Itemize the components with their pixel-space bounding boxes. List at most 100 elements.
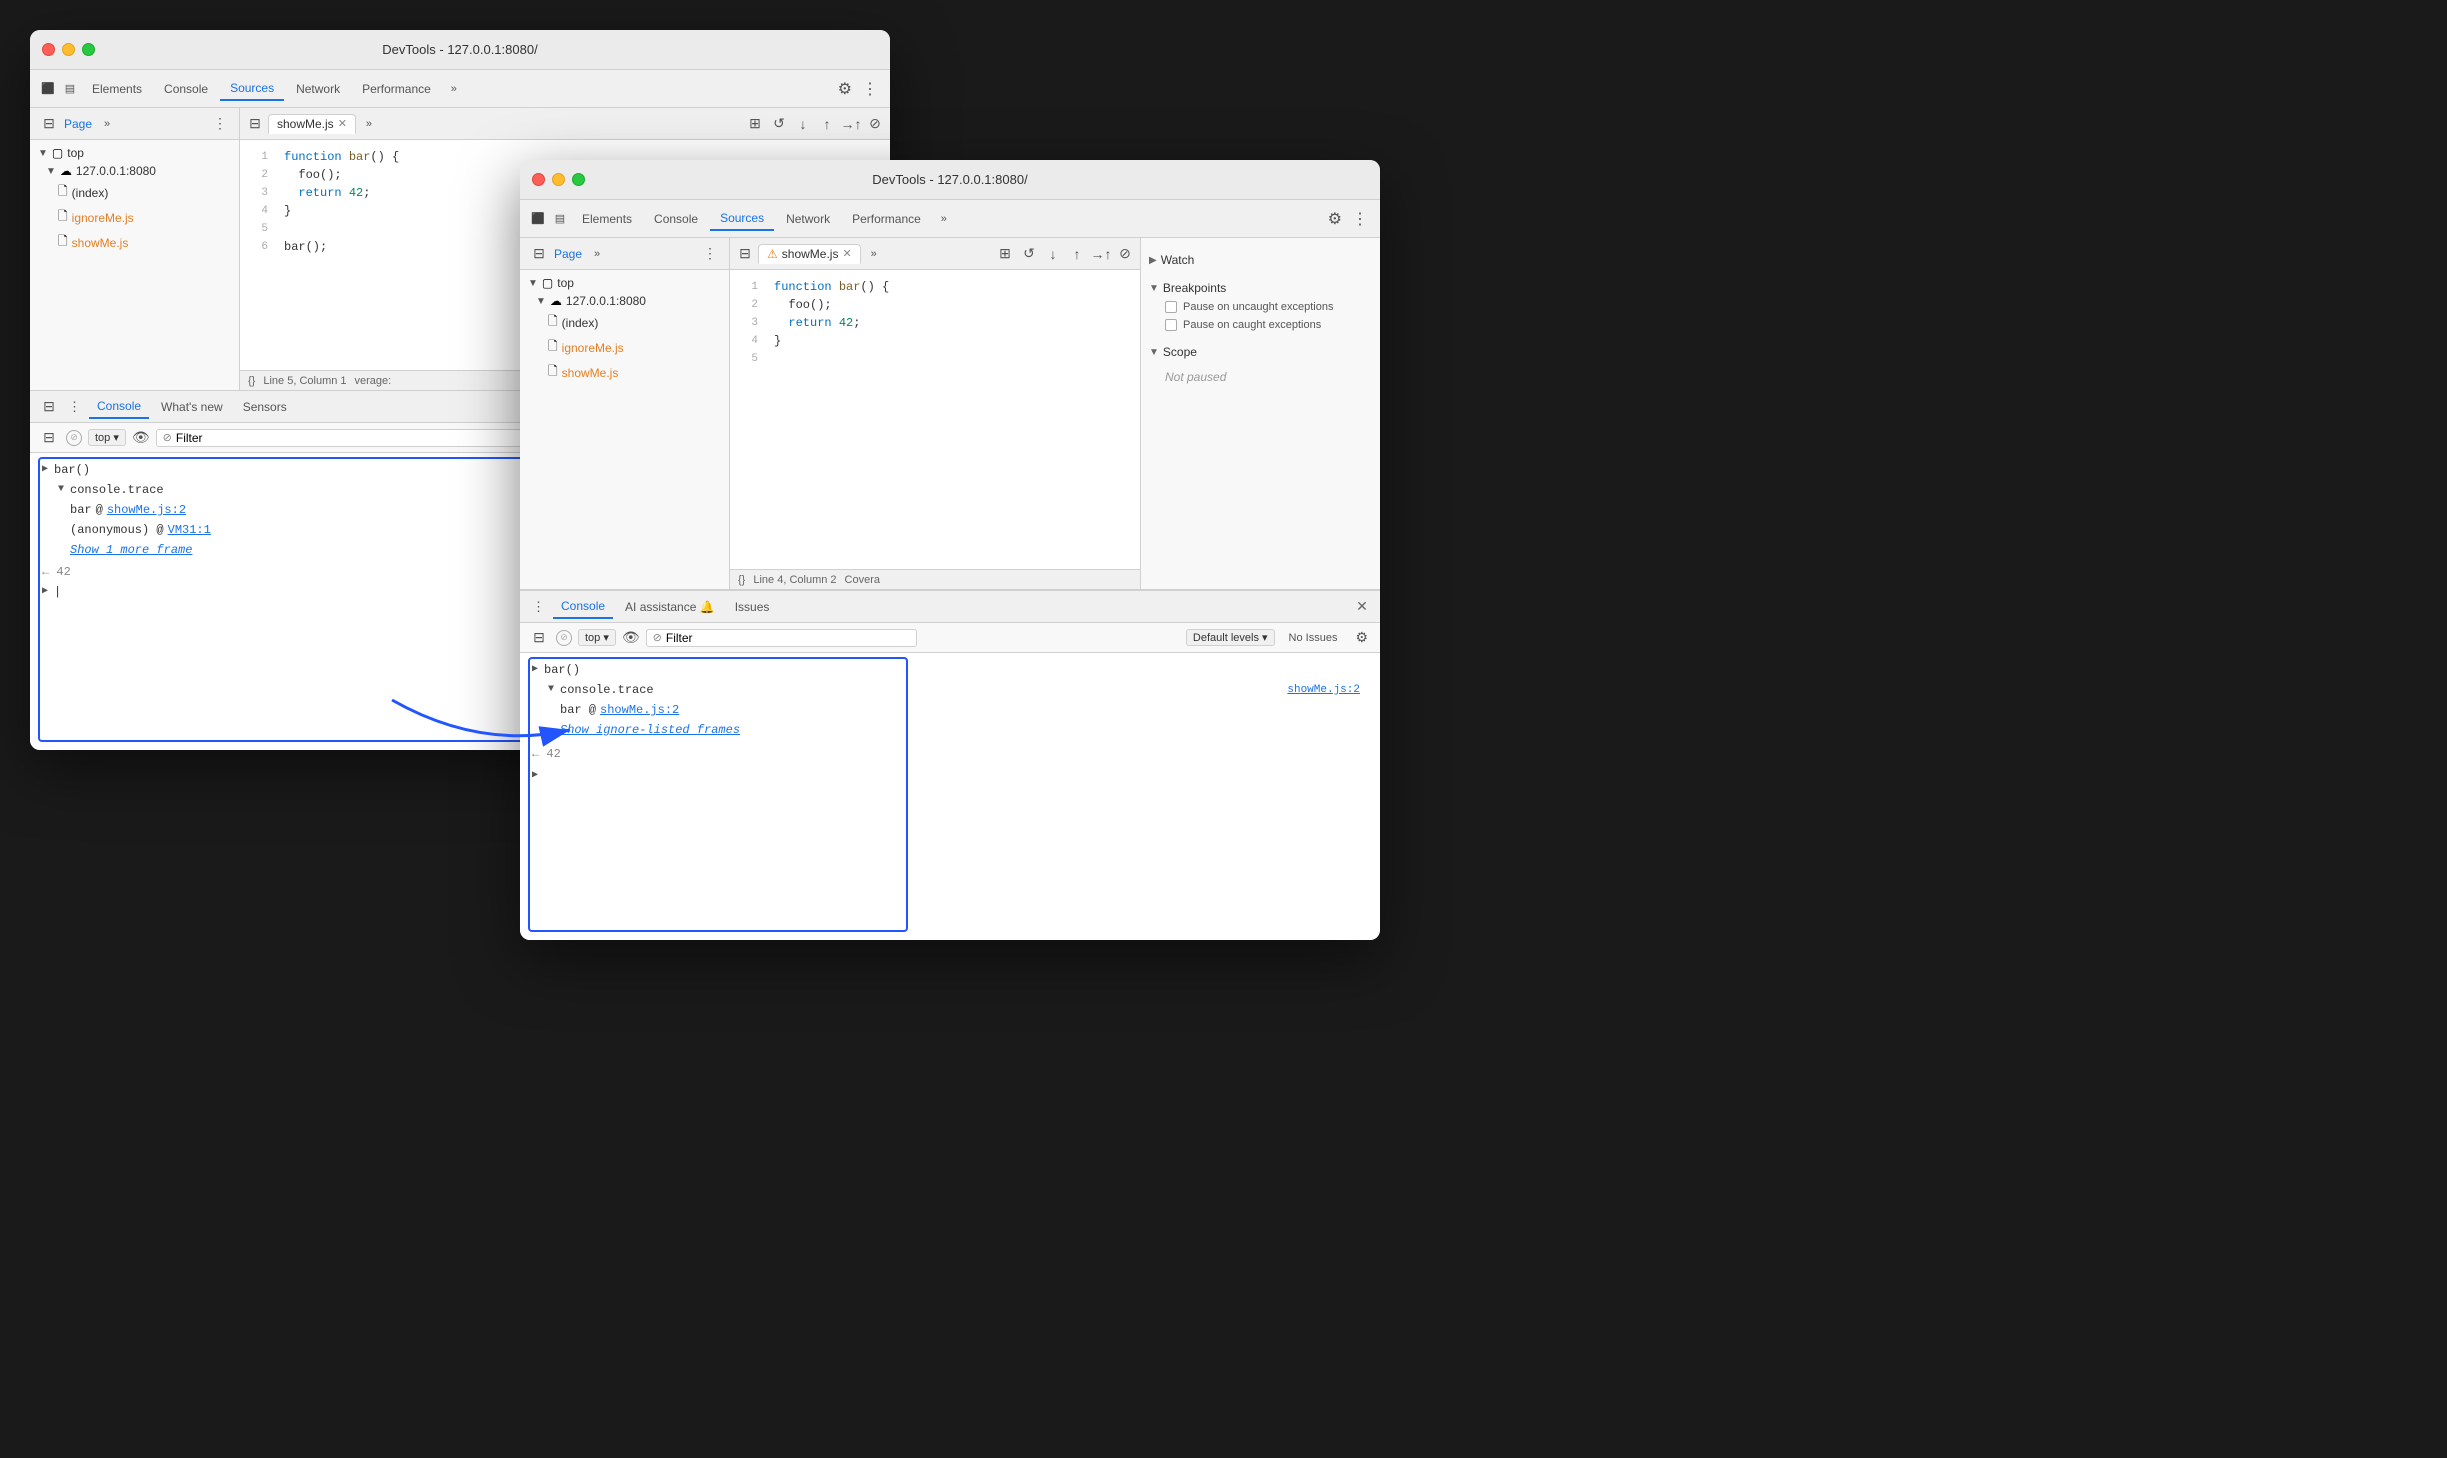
sidebar-dots-1[interactable]: ⋮ <box>209 111 231 136</box>
tree-top-2[interactable]: ▼ ▢ top <box>520 274 729 292</box>
refresh-btn-2[interactable]: ↺ <box>1018 243 1040 265</box>
status-braces-2: {} <box>738 574 745 586</box>
tree-showme-2[interactable]: 🗋 showMe.js <box>520 360 729 385</box>
tree-server-1[interactable]: ▼ ☁ 127.0.0.1:8080 <box>30 162 239 180</box>
tab-elements-2[interactable]: Elements <box>572 208 642 230</box>
default-levels-btn[interactable]: Default levels ▾ <box>1186 629 1275 646</box>
tab-close-icon-1[interactable]: ✕ <box>338 117 347 130</box>
minimize-button-2[interactable] <box>552 173 565 186</box>
gear-icon-1[interactable]: ⚙ <box>834 75 856 103</box>
tab-network-1[interactable]: Network <box>286 78 350 100</box>
editor-tabs-more-2[interactable]: » <box>863 243 885 265</box>
tab-console-bottom-2[interactable]: Console <box>553 595 613 619</box>
sidebar-toggle-1[interactable]: ⊟ <box>38 113 60 135</box>
editor-sidebar-toggle-1[interactable]: ⊟ <box>244 113 266 135</box>
square-icon-2: ▢ <box>542 276 553 290</box>
status-bar-2: {} Line 4, Column 2 Covera <box>730 569 1140 589</box>
arrow-top-2: ▼ <box>528 278 538 289</box>
top-dropdown-2[interactable]: top ▾ <box>578 629 616 646</box>
editor-tabs-2: ⊟ ⚠ showMe.js ✕ » ⊞ ↺ ↓ ↑ →↑ ⊘ <box>730 238 1140 270</box>
pause-uncaught-checkbox[interactable] <box>1165 301 1177 313</box>
maximize-button-2[interactable] <box>572 173 585 186</box>
page-title-1[interactable]: Page <box>64 117 92 131</box>
maximize-button-1[interactable] <box>82 43 95 56</box>
close-button-1[interactable] <box>42 43 55 56</box>
deactivate-1[interactable]: ⊘ <box>864 113 886 135</box>
tab-whatsnew-1[interactable]: What's new <box>153 396 231 418</box>
step-into-1[interactable]: ↑ <box>816 113 838 135</box>
sidebar-header-2: ⊟ Page » ⋮ <box>520 238 729 270</box>
tab-sources-2[interactable]: Sources <box>710 207 774 231</box>
tab-console-2[interactable]: Console <box>644 208 708 230</box>
step-over-1[interactable]: ↓ <box>792 113 814 135</box>
page-title-2[interactable]: Page <box>554 247 582 261</box>
scope-label: Scope <box>1163 345 1197 359</box>
tree-ignoreme-1[interactable]: 🗋 ignoreMe.js <box>30 205 239 230</box>
more-tabs-btn-1[interactable]: » <box>443 78 465 100</box>
tab-sensors-1[interactable]: Sensors <box>235 396 295 418</box>
tab-ai-2[interactable]: AI assistance 🔔 <box>617 596 723 618</box>
tree-index-1[interactable]: 🗋 (index) <box>30 180 239 205</box>
step-out-1[interactable]: →↑ <box>840 113 862 135</box>
console-toolbar-toggle-1[interactable]: ⊟ <box>38 396 60 418</box>
tree-index-2[interactable]: 🗋 (index) <box>520 310 729 335</box>
tab-console-1[interactable]: Console <box>154 78 218 100</box>
tree-server-2[interactable]: ▼ ☁ 127.0.0.1:8080 <box>520 292 729 310</box>
more-tabs-btn-2[interactable]: » <box>933 208 955 230</box>
tab-close-icon-2[interactable]: ✕ <box>842 247 851 260</box>
breakpoints-section: ▼ Breakpoints Pause on uncaught exceptio… <box>1141 274 1380 338</box>
tree-ignoreme-2[interactable]: 🗋 ignoreMe.js <box>520 335 729 360</box>
format-btn-1[interactable]: ⊞ <box>744 113 766 135</box>
pause-caught-checkbox[interactable] <box>1165 319 1177 331</box>
tab-network-2[interactable]: Network <box>776 208 840 230</box>
file-tree-1: ▼ ▢ top ▼ ☁ 127.0.0.1:8080 🗋 (index) 🗋 i… <box>30 140 239 259</box>
step-over-2[interactable]: ↓ <box>1042 243 1064 265</box>
console-dots-1[interactable]: ⋮ <box>64 395 85 419</box>
tab-sources-1[interactable]: Sources <box>220 77 284 101</box>
not-paused-text: Not paused <box>1149 362 1372 392</box>
eye-icon-1[interactable]: 👁 <box>132 429 150 446</box>
sidebar-more-2[interactable]: » <box>586 243 608 265</box>
console-clear-1[interactable]: ⊟ <box>38 427 60 449</box>
top-dropdown-1[interactable]: top ▾ <box>88 429 126 446</box>
scope-section: ▼ Scope Not paused <box>1141 338 1380 396</box>
editor-sidebar-toggle-2[interactable]: ⊟ <box>734 243 756 265</box>
minimize-button-1[interactable] <box>62 43 75 56</box>
file-icon-ignoreme-2: 🗋 <box>548 337 558 358</box>
sidebar-more-1[interactable]: » <box>96 113 118 135</box>
console-ban-1[interactable]: ⊘ <box>66 430 82 446</box>
gear-icon-console-2[interactable]: ⚙ <box>1351 625 1372 650</box>
eye-icon-2[interactable]: 👁 <box>622 629 640 646</box>
editor-tab-showme-2[interactable]: ⚠ showMe.js ✕ <box>758 244 861 264</box>
editor-tab-showme-1[interactable]: showMe.js ✕ <box>268 114 356 134</box>
dots-icon-2[interactable]: ⋮ <box>1348 205 1372 233</box>
watch-header[interactable]: ▶ Watch <box>1149 250 1372 270</box>
console-ban-2[interactable]: ⊘ <box>556 630 572 646</box>
close-button-2[interactable] <box>532 173 545 186</box>
breakpoints-header[interactable]: ▼ Breakpoints <box>1149 278 1372 298</box>
tab-elements-1[interactable]: Elements <box>82 78 152 100</box>
gear-icon-2[interactable]: ⚙ <box>1324 205 1346 233</box>
format-btn-2[interactable]: ⊞ <box>994 243 1016 265</box>
console-close-2[interactable]: ✕ <box>1352 597 1372 617</box>
filter-box-2: ⊘ Filter <box>646 629 917 647</box>
editor-tabs-more-1[interactable]: » <box>358 113 380 135</box>
tab-console-bottom-1[interactable]: Console <box>89 395 149 419</box>
sidebar-dots-2[interactable]: ⋮ <box>699 241 721 266</box>
step-out-2[interactable]: →↑ <box>1090 243 1112 265</box>
console-clear-2[interactable]: ⊟ <box>528 627 550 649</box>
tree-top-1[interactable]: ▼ ▢ top <box>30 144 239 162</box>
tab-performance-1[interactable]: Performance <box>352 78 441 100</box>
sidebar-toggle-2[interactable]: ⊟ <box>528 243 550 265</box>
deactivate-2[interactable]: ⊘ <box>1114 243 1136 265</box>
highlight-box-2 <box>528 657 908 932</box>
step-into-2[interactable]: ↑ <box>1066 243 1088 265</box>
source-link-2[interactable]: showMe.js:2 <box>1287 681 1360 699</box>
refresh-btn-1[interactable]: ↺ <box>768 113 790 135</box>
console-dots-2[interactable]: ⋮ <box>528 595 549 619</box>
tab-issues-2[interactable]: Issues <box>727 596 778 618</box>
dots-icon-1[interactable]: ⋮ <box>858 75 882 103</box>
tab-performance-2[interactable]: Performance <box>842 208 931 230</box>
scope-header[interactable]: ▼ Scope <box>1149 342 1372 362</box>
tree-showme-1[interactable]: 🗋 showMe.js <box>30 230 239 255</box>
